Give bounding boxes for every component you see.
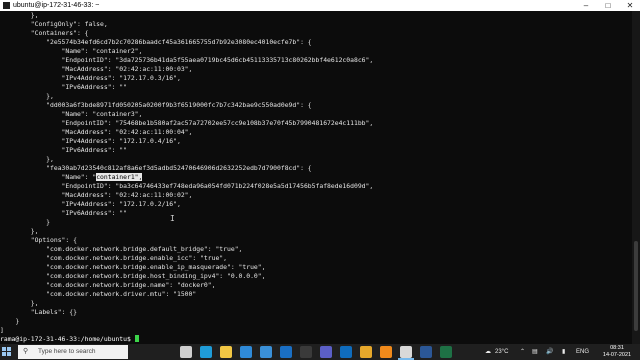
terminal-line: }, [0,11,39,19]
task-view-icon[interactable] [180,346,192,358]
tray-chevron-icon[interactable]: ⌃ [520,344,525,360]
clock-date: 14-07-2021 [602,352,632,358]
terminal-line: }, [0,299,39,307]
scrollbar-thumb[interactable] [634,241,638,331]
terminal-active-icon[interactable] [400,346,412,358]
terminal-icon[interactable] [300,346,312,358]
clock-time: 08:31 [610,345,624,351]
terminal-line: "MacAddress": "02:42:ac:11:00:04", [0,128,193,136]
terminal-line: "Name": "container2", [0,47,143,55]
weather-temp[interactable]: 23°C [495,344,508,360]
terminal-line: "ConfigOnly": false, [0,20,108,28]
selection-prefix: "Name": " [0,173,97,181]
terminal-line: "com.docker.network.driver.mtu": "1500" [0,290,197,298]
battery-icon[interactable]: ▮ [562,344,565,360]
terminal-line: "IPv6Address": "" [0,146,127,154]
store-icon[interactable] [260,346,272,358]
excel-icon[interactable] [440,346,452,358]
outlook-icon[interactable] [340,346,352,358]
close-button[interactable]: ✕ [620,0,640,11]
photos-icon[interactable] [280,346,292,358]
terminal-line: "Containers": { [0,29,89,37]
window-title: ubuntu@ip-172-31-46-33: ~ [13,2,100,9]
system-clock[interactable]: 08:31 14-07-2021 [598,345,636,359]
terminal-line: }, [0,92,54,100]
shell-prompt: rama@ip-172-31-46-33:/home/ubuntu$ [0,335,135,343]
text-cursor-icon: I [170,214,175,223]
terminal-line: "MacAddress": "02:42:ac:11:00:03", [0,65,193,73]
mail-icon[interactable] [240,346,252,358]
terminal-line: "IPv6Address": "" [0,209,127,217]
terminal-line: "Labels": {} [0,308,77,316]
terminal-line: "com.docker.network.bridge.enable_icc": … [0,254,228,262]
terminal-line: "fea30ab7d23540c812af8a6ef3d5adbd5247064… [0,164,312,172]
terminal-line: "dd003a6f3bde8971fd050205a0200f9b3f65190… [0,101,312,109]
terminal-line: "Options": { [0,236,77,244]
taskbar-search-box[interactable]: ⚲ Type here to search [18,345,128,359]
teams-icon[interactable] [320,346,332,358]
word-icon[interactable] [420,346,432,358]
terminal-app-icon [3,2,10,9]
terminal-line: "EndpointID": "ba3c64746433ef748eda96a05… [0,182,374,190]
taskbar: ⚲ Type here to search ☁ 23°C ⌃ ▤ 🔊 ▮ ENG… [0,344,640,360]
terminal-line: "IPv4Address": "172.17.0.3/16", [0,74,181,82]
terminal-line: ] [0,326,4,334]
windows-start-icon[interactable] [2,347,12,357]
chrome-icon[interactable] [360,346,372,358]
terminal-line: "IPv4Address": "172.17.0.4/16", [0,137,181,145]
terminal-line: "EndpointID": "75468be1b580af2ac57a72702… [0,119,374,127]
terminal-line: "com.docker.network.bridge.name": "docke… [0,281,216,289]
search-placeholder: Type here to search [38,348,96,355]
terminal-line: "2e5574b34efd6cd7b2c70286baadcf45a361665… [0,38,312,46]
terminal-line: "IPv4Address": "172.17.0.2/16", [0,200,181,208]
volume-icon[interactable]: 🔊 [546,344,553,360]
selected-text[interactable]: container1", [96,173,143,181]
terminal-line: "com.docker.network.bridge.default_bridg… [0,245,243,253]
terminal-line: "Name": "container3", [0,110,143,118]
shell-prompt-line[interactable]: rama@ip-172-31-46-33:/home/ubuntu$ [0,335,139,344]
terminal-line: } [0,218,51,226]
terminal-scrollbar[interactable] [632,11,640,344]
vlc-icon[interactable] [380,346,392,358]
terminal-line: "com.docker.network.bridge.host_binding_… [0,272,266,280]
terminal-line-selected: "Name": "container1", [0,173,143,182]
terminal-line: "IPv6Address": "" [0,83,127,91]
weather-icon[interactable]: ☁ [485,344,491,360]
terminal-line: }, [0,155,54,163]
terminal-cursor [134,335,139,342]
edge-browser-icon[interactable] [200,346,212,358]
minimize-button[interactable]: – [576,0,596,11]
title-bar: ubuntu@ip-172-31-46-33: ~ – □ ✕ [0,0,640,11]
terminal-line: } [0,317,20,325]
terminal-output[interactable]: }, "ConfigOnly": false, "Containers": { … [0,11,632,344]
language-indicator[interactable]: ENG [576,344,589,360]
terminal-line: "EndpointID": "3da725736b41da5f55aea0719… [0,56,374,64]
search-icon: ⚲ [23,348,29,355]
terminal-line: }, [0,227,39,235]
maximize-button[interactable]: □ [598,0,618,11]
terminal-line: "com.docker.network.bridge.enable_ip_mas… [0,263,266,271]
terminal-line: "MacAddress": "02:42:ac:11:00:02", [0,191,193,199]
network-icon[interactable]: ▤ [532,344,538,360]
file-explorer-icon[interactable] [220,346,232,358]
